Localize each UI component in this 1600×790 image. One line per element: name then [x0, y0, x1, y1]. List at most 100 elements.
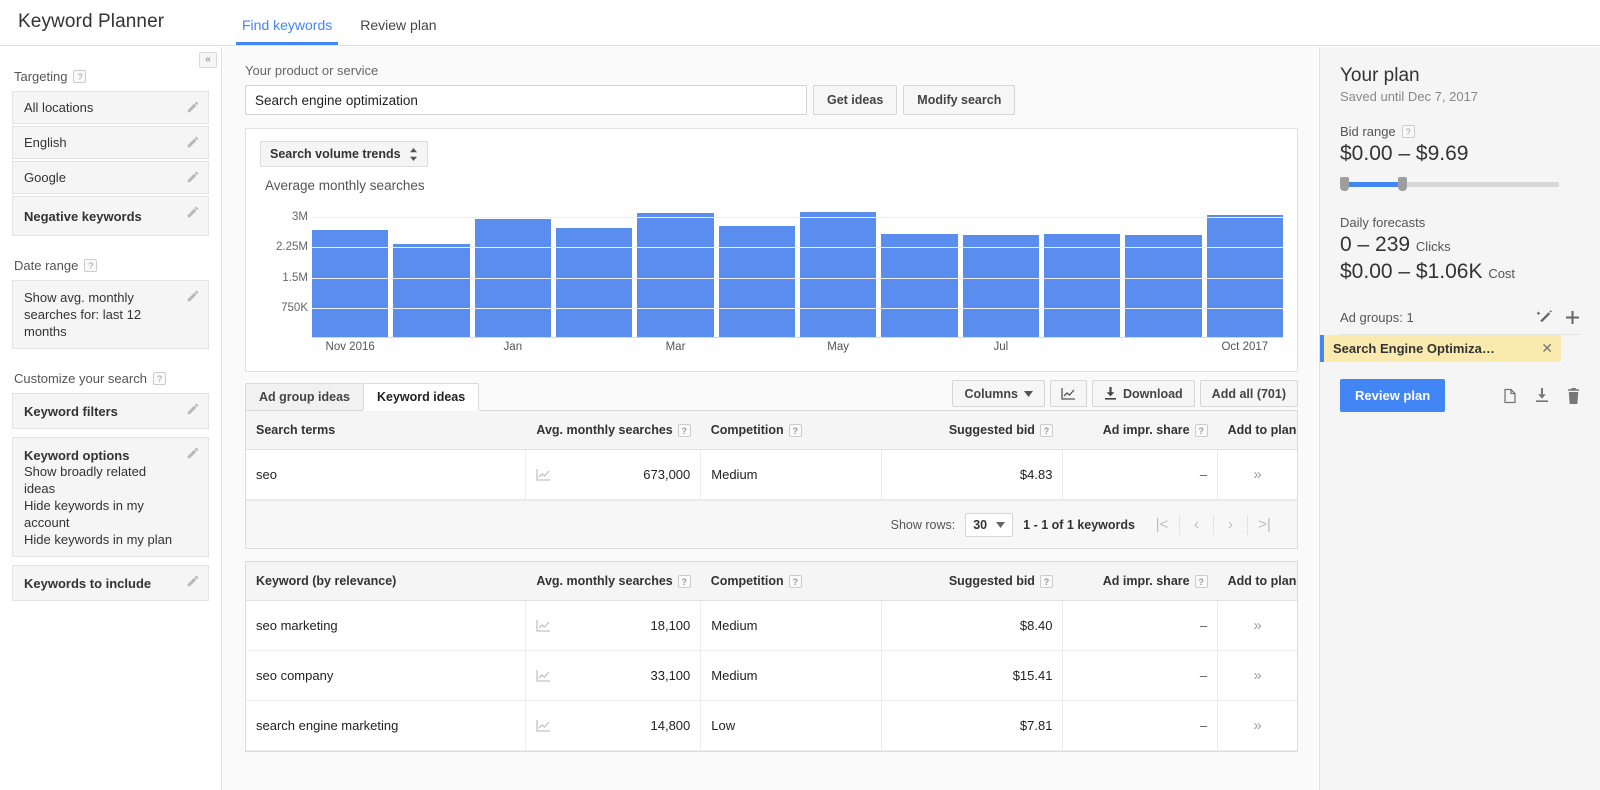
help-icon[interactable]: ?	[1039, 423, 1053, 437]
edit-pencil-icon[interactable]	[186, 446, 200, 460]
edit-pencil-icon[interactable]	[186, 289, 200, 303]
next-page-button[interactable]: ›	[1213, 514, 1247, 535]
copy-icon[interactable]	[1503, 388, 1517, 404]
plus-icon[interactable]	[1565, 310, 1580, 325]
cell-add-to-plan[interactable]: »	[1217, 600, 1297, 651]
slider-thumb-max[interactable]	[1398, 177, 1407, 191]
chart-gridline	[312, 307, 1283, 309]
sidebar-item-keywords-to-include[interactable]: Keywords to include	[12, 565, 209, 601]
add-to-plan-icon[interactable]: »	[1253, 667, 1261, 684]
chart-bar[interactable]	[393, 243, 470, 337]
col-search-terms[interactable]: Search terms	[246, 411, 526, 450]
help-icon[interactable]: ?	[73, 70, 87, 83]
help-icon[interactable]: ?	[84, 259, 98, 272]
chart-bar[interactable]	[800, 212, 877, 337]
help-icon[interactable]: ?	[152, 372, 166, 385]
help-icon[interactable]: ?	[788, 423, 802, 437]
sidebar-item-negative-keywords[interactable]: Negative keywords	[12, 196, 209, 236]
chart-bar[interactable]	[1044, 234, 1121, 337]
slider-thumb-min[interactable]	[1340, 177, 1349, 191]
rows-per-page-select[interactable]: 30	[965, 512, 1014, 537]
sparkline-icon[interactable]	[536, 468, 551, 481]
table-row[interactable]: search engine marketing 14,800 Low $7.81– »	[246, 700, 1297, 751]
table-row[interactable]: seo company 33,100 Medium $15.41– »	[246, 650, 1297, 701]
sidebar-item-keyword-options[interactable]: Keyword options Show broadly related ide…	[12, 437, 209, 557]
col-ad-impr-share[interactable]: Ad impr. share ?	[1062, 562, 1218, 601]
table-row[interactable]: seo 673,000 Medium $4.83– »	[246, 449, 1297, 500]
chart-bar[interactable]	[556, 227, 633, 337]
col-avg-monthly-searches[interactable]: Avg. monthly searches ?	[525, 562, 701, 601]
col-suggested-bid[interactable]: Suggested bid ?	[881, 411, 1063, 450]
chart-bar[interactable]	[962, 235, 1039, 337]
chart-bar[interactable]	[637, 213, 714, 337]
edit-pencil-icon[interactable]	[186, 100, 200, 114]
add-to-plan-icon[interactable]: »	[1253, 717, 1261, 734]
sidebar-item-date-range[interactable]: Show avg. monthly searches for: last 12 …	[12, 280, 209, 349]
col-competition[interactable]: Competition ?	[700, 411, 882, 450]
cell-add-to-plan[interactable]: »	[1217, 650, 1297, 701]
tab-ad-group-ideas[interactable]: Ad group ideas	[245, 383, 364, 410]
col-suggested-bid[interactable]: Suggested bid ?	[881, 562, 1063, 601]
chevron-down-icon	[1023, 390, 1033, 397]
help-icon[interactable]: ?	[677, 423, 691, 437]
table-row[interactable]: seo marketing 18,100 Medium $8.40– »	[246, 600, 1297, 651]
keyword-option-broadly-related[interactable]: Show broadly related ideas	[24, 463, 178, 497]
col-competition[interactable]: Competition ?	[700, 562, 882, 601]
sidebar-item-all-locations[interactable]: All locations	[12, 91, 209, 124]
magic-wand-icon[interactable]	[1536, 310, 1553, 325]
edit-pencil-icon[interactable]	[186, 170, 200, 184]
close-icon[interactable]: ✕	[1541, 340, 1553, 357]
sparkline-icon[interactable]	[536, 719, 551, 732]
cell-add-to-plan[interactable]: »	[1217, 700, 1297, 751]
prev-page-button[interactable]: ‹	[1179, 514, 1213, 535]
edit-pencil-icon[interactable]	[186, 402, 200, 416]
chart-bar[interactable]	[312, 230, 389, 337]
edit-pencil-icon[interactable]	[186, 135, 200, 149]
help-icon[interactable]: ?	[1194, 574, 1208, 588]
tab-keyword-ideas[interactable]: Keyword ideas	[362, 383, 480, 410]
chart-bar[interactable]	[1125, 235, 1202, 337]
help-icon[interactable]: ?	[1401, 125, 1415, 138]
sidebar-item-keyword-filters[interactable]: Keyword filters	[12, 393, 209, 429]
chart-bar[interactable]	[1206, 215, 1283, 337]
download-button[interactable]: Download	[1091, 380, 1195, 407]
bid-range-slider[interactable]	[1340, 177, 1559, 191]
help-icon[interactable]: ?	[1039, 574, 1053, 588]
chart-x-tick: Mar	[665, 341, 686, 353]
first-page-button[interactable]: |<	[1145, 515, 1179, 535]
download-icon[interactable]	[1535, 388, 1549, 403]
plan-ad-group-item[interactable]: Search Engine Optimiza… ✕	[1320, 335, 1561, 362]
last-page-button[interactable]: >|	[1247, 514, 1281, 535]
edit-pencil-icon[interactable]	[186, 205, 200, 219]
cell-add-to-plan[interactable]: »	[1217, 449, 1297, 500]
modify-search-button[interactable]: Modify search	[903, 85, 1016, 115]
help-icon[interactable]: ?	[677, 574, 691, 588]
edit-pencil-icon[interactable]	[186, 574, 200, 588]
tab-review-plan[interactable]: Review plan	[346, 18, 450, 45]
sidebar-item-google[interactable]: Google	[12, 161, 209, 194]
sparkline-icon[interactable]	[536, 669, 551, 682]
col-ad-impr-share[interactable]: Ad impr. share ?	[1062, 411, 1218, 450]
review-plan-button[interactable]: Review plan	[1340, 379, 1446, 412]
add-all-button[interactable]: Add all (701)	[1199, 380, 1298, 407]
sidebar-item-english[interactable]: English	[12, 126, 209, 159]
help-icon[interactable]: ?	[1194, 423, 1208, 437]
chart-bar[interactable]	[881, 234, 958, 337]
chart-metric-select[interactable]: Search volume trends	[260, 141, 428, 167]
help-icon[interactable]: ?	[788, 574, 802, 588]
add-to-plan-icon[interactable]: »	[1253, 617, 1261, 634]
col-keyword-by-relevance[interactable]: Keyword (by relevance)	[246, 562, 526, 601]
keyword-option-hide-account[interactable]: Hide keywords in my account	[24, 497, 178, 531]
trash-icon[interactable]	[1567, 387, 1580, 404]
col-avg-monthly-searches[interactable]: Avg. monthly searches ?	[525, 411, 701, 450]
sparkline-icon[interactable]	[536, 619, 551, 632]
tab-find-keywords[interactable]: Find keywords	[228, 18, 346, 45]
graph-view-button[interactable]	[1049, 380, 1087, 407]
columns-button[interactable]: Columns	[952, 380, 1045, 407]
sidebar-collapse-icon[interactable]: «	[199, 52, 217, 68]
chart-bar[interactable]	[718, 225, 795, 337]
search-input[interactable]	[245, 85, 807, 115]
get-ideas-button[interactable]: Get ideas	[813, 85, 898, 115]
add-to-plan-icon[interactable]: »	[1253, 466, 1261, 483]
keyword-option-hide-plan[interactable]: Hide keywords in my plan	[24, 531, 178, 548]
